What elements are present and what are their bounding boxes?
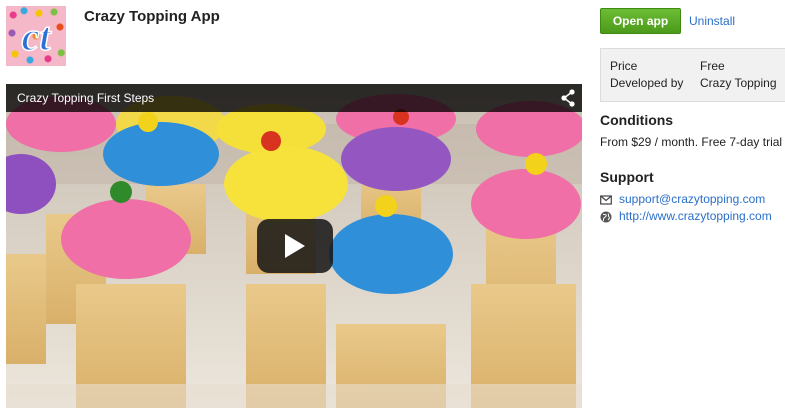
share-icon[interactable] <box>560 89 576 107</box>
support-email-link[interactable]: support@crazytopping.com <box>619 192 765 206</box>
play-button[interactable] <box>257 219 333 273</box>
conditions-heading: Conditions <box>600 112 674 128</box>
open-app-button[interactable]: Open app <box>600 8 681 34</box>
developer-label: Developed by <box>610 76 684 90</box>
app-logo-graphic: ct <box>21 13 53 60</box>
price-label: Price <box>610 59 638 73</box>
app-info-box: Price Free Developed by Crazy Topping <box>600 48 785 102</box>
support-website-link[interactable]: http://www.crazytopping.com <box>619 209 772 223</box>
video-title: Crazy Topping First Steps <box>17 91 155 105</box>
video-title-bar: Crazy Topping First Steps <box>6 84 582 112</box>
app-logo: ct <box>6 6 66 66</box>
app-title: Crazy Topping App <box>84 8 220 25</box>
app-logo-text: ct <box>22 14 53 59</box>
price-value: Free <box>700 59 725 73</box>
developer-value: Crazy Topping <box>700 76 777 90</box>
conditions-text: From $29 / month. Free 7-day trial <box>600 135 783 149</box>
uninstall-link[interactable]: Uninstall <box>689 14 735 28</box>
play-icon <box>285 234 305 258</box>
support-heading: Support <box>600 169 654 185</box>
video-player[interactable]: Crazy Topping First Steps <box>6 84 582 408</box>
globe-icon <box>600 210 612 223</box>
envelope-icon <box>600 193 612 205</box>
